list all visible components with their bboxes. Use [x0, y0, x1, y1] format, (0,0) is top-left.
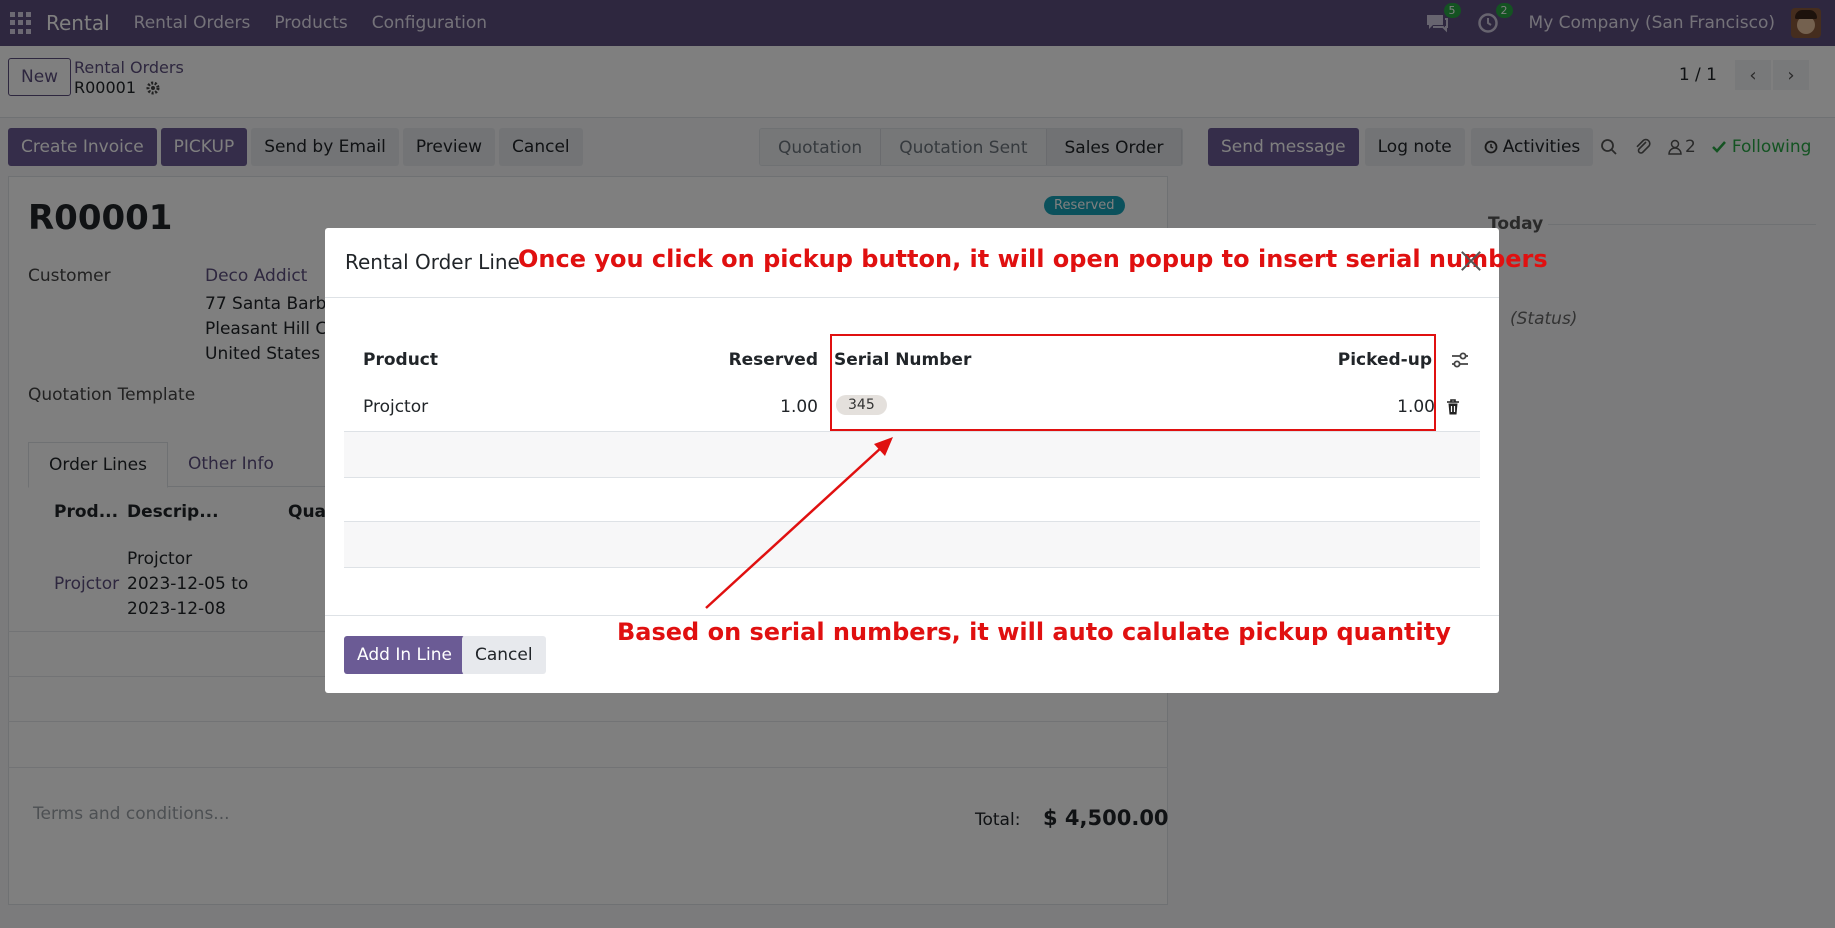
line-product[interactable]: Projctor	[363, 397, 428, 417]
add-in-line-button[interactable]: Add In Line	[344, 636, 465, 674]
empty-row[interactable]	[344, 432, 1480, 477]
table-row-separator	[344, 567, 1480, 568]
annotation-bottom: Based on serial numbers, it will auto ca…	[617, 618, 1451, 646]
table-row-separator	[344, 477, 1480, 478]
trash-icon[interactable]	[1446, 399, 1460, 416]
column-product[interactable]: Product	[363, 350, 438, 370]
dialog-title: Rental Order Line	[345, 250, 520, 274]
empty-row[interactable]	[344, 522, 1480, 567]
dialog-cancel-button[interactable]: Cancel	[462, 636, 546, 674]
dialog-header: Rental Order Line Once you click on pick…	[325, 228, 1548, 298]
line-reserved-qty[interactable]: 1.00	[780, 397, 818, 417]
annotation-highlight-box	[830, 334, 1436, 431]
optional-columns-icon[interactable]	[1450, 350, 1470, 370]
rental-order-line-dialog: Rental Order Line Once you click on pick…	[325, 228, 1548, 693]
column-reserved[interactable]: Reserved	[729, 350, 818, 370]
close-icon[interactable]	[1458, 248, 1484, 274]
annotation-top: Once you click on pickup button, it will…	[518, 245, 1548, 273]
